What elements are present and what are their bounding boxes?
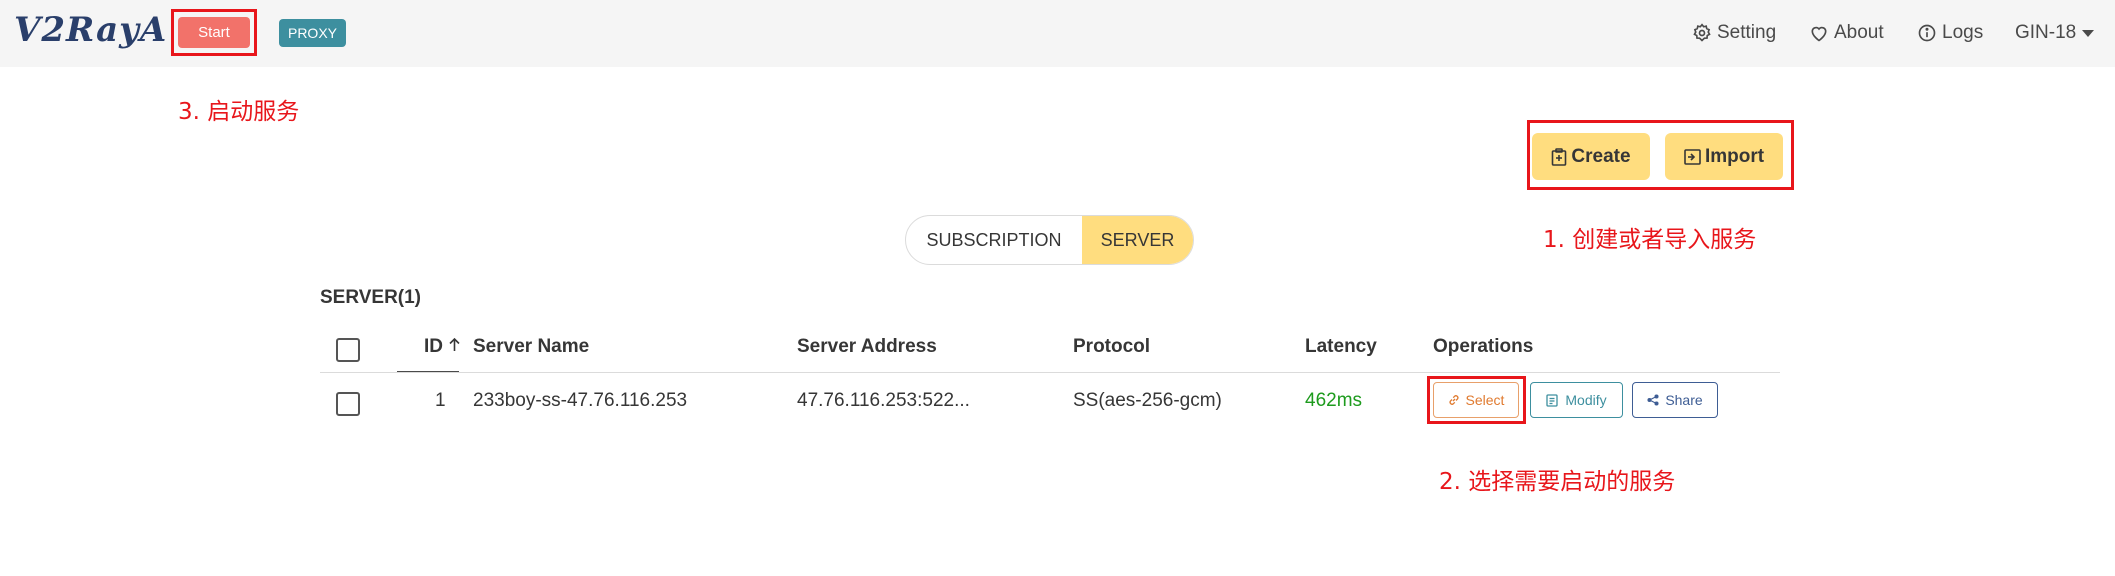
import-label: Import bbox=[1704, 145, 1765, 167]
column-header-operations: Operations bbox=[1433, 336, 1534, 357]
server-count-title: SERVER(1) bbox=[320, 287, 422, 308]
create-label: Create bbox=[1571, 145, 1631, 167]
cell-latency: 462ms bbox=[1305, 390, 1363, 411]
user-menu[interactable]: GIN-18 bbox=[2015, 20, 2095, 46]
share-button[interactable]: Share bbox=[1632, 382, 1718, 418]
setting-link[interactable]: Setting bbox=[1692, 20, 1776, 46]
annotation-step1: 1. 创建或者导入服务 bbox=[1543, 227, 1757, 253]
heart-icon bbox=[1811, 26, 1827, 42]
table-header-divider bbox=[320, 372, 1780, 373]
row-checkbox[interactable] bbox=[336, 392, 360, 416]
cell-id: 1 bbox=[435, 390, 446, 411]
share-label: Share bbox=[1665, 392, 1703, 408]
select-button[interactable]: Select bbox=[1433, 382, 1519, 418]
about-label: About bbox=[1834, 22, 1884, 43]
logs-label: Logs bbox=[1942, 22, 1984, 43]
tab-subscription[interactable]: SUBSCRIPTION bbox=[906, 216, 1082, 264]
about-link[interactable]: About bbox=[1809, 20, 1884, 46]
cell-server-name: 233boy-ss-47.76.116.253 bbox=[473, 390, 688, 411]
clipboard-plus-icon bbox=[1552, 147, 1567, 166]
import-button[interactable]: Import bbox=[1665, 133, 1783, 180]
column-header-id[interactable]: ID bbox=[424, 336, 461, 358]
modify-button[interactable]: Modify bbox=[1530, 382, 1623, 418]
start-button[interactable]: Start bbox=[178, 17, 250, 48]
modify-label: Modify bbox=[1565, 392, 1607, 408]
cell-server-address: 47.76.116.253:522... bbox=[797, 390, 970, 411]
setting-label: Setting bbox=[1717, 22, 1777, 43]
logs-link[interactable]: Logs bbox=[1917, 20, 1983, 46]
gear-icon bbox=[1693, 23, 1711, 42]
top-navbar: V2RayA Start PROXY Setting About Logs GI… bbox=[0, 0, 2115, 67]
user-label: GIN-18 bbox=[2015, 22, 2077, 43]
link-icon bbox=[1449, 395, 1459, 405]
tab-server[interactable]: SERVER bbox=[1082, 216, 1193, 264]
column-header-id-label: ID bbox=[424, 336, 443, 357]
annotation-step2: 2. 选择需要启动的服务 bbox=[1439, 469, 1676, 495]
annotation-step3: 3. 启动服务 bbox=[178, 99, 300, 125]
caret-down-icon bbox=[2082, 30, 2095, 37]
column-header-name[interactable]: Server Name bbox=[473, 336, 589, 358]
column-header-address[interactable]: Server Address bbox=[797, 336, 937, 358]
select-all-checkbox[interactable] bbox=[336, 338, 360, 362]
import-icon bbox=[1684, 148, 1701, 165]
column-header-latency[interactable]: Latency bbox=[1305, 336, 1377, 358]
cell-protocol: SS(aes-256-gcm) bbox=[1073, 390, 1222, 411]
app-logo[interactable]: V2RayA bbox=[14, 10, 167, 50]
sort-ascending-icon bbox=[449, 337, 460, 351]
create-button[interactable]: Create bbox=[1532, 133, 1650, 180]
select-label: Select bbox=[1465, 392, 1505, 408]
edit-icon bbox=[1546, 393, 1559, 407]
column-header-protocol[interactable]: Protocol bbox=[1073, 336, 1150, 358]
view-tabs: SUBSCRIPTION SERVER bbox=[905, 215, 1194, 265]
proxy-status-badge: PROXY bbox=[279, 19, 346, 47]
share-icon bbox=[1647, 394, 1659, 406]
info-icon bbox=[1918, 24, 1936, 42]
